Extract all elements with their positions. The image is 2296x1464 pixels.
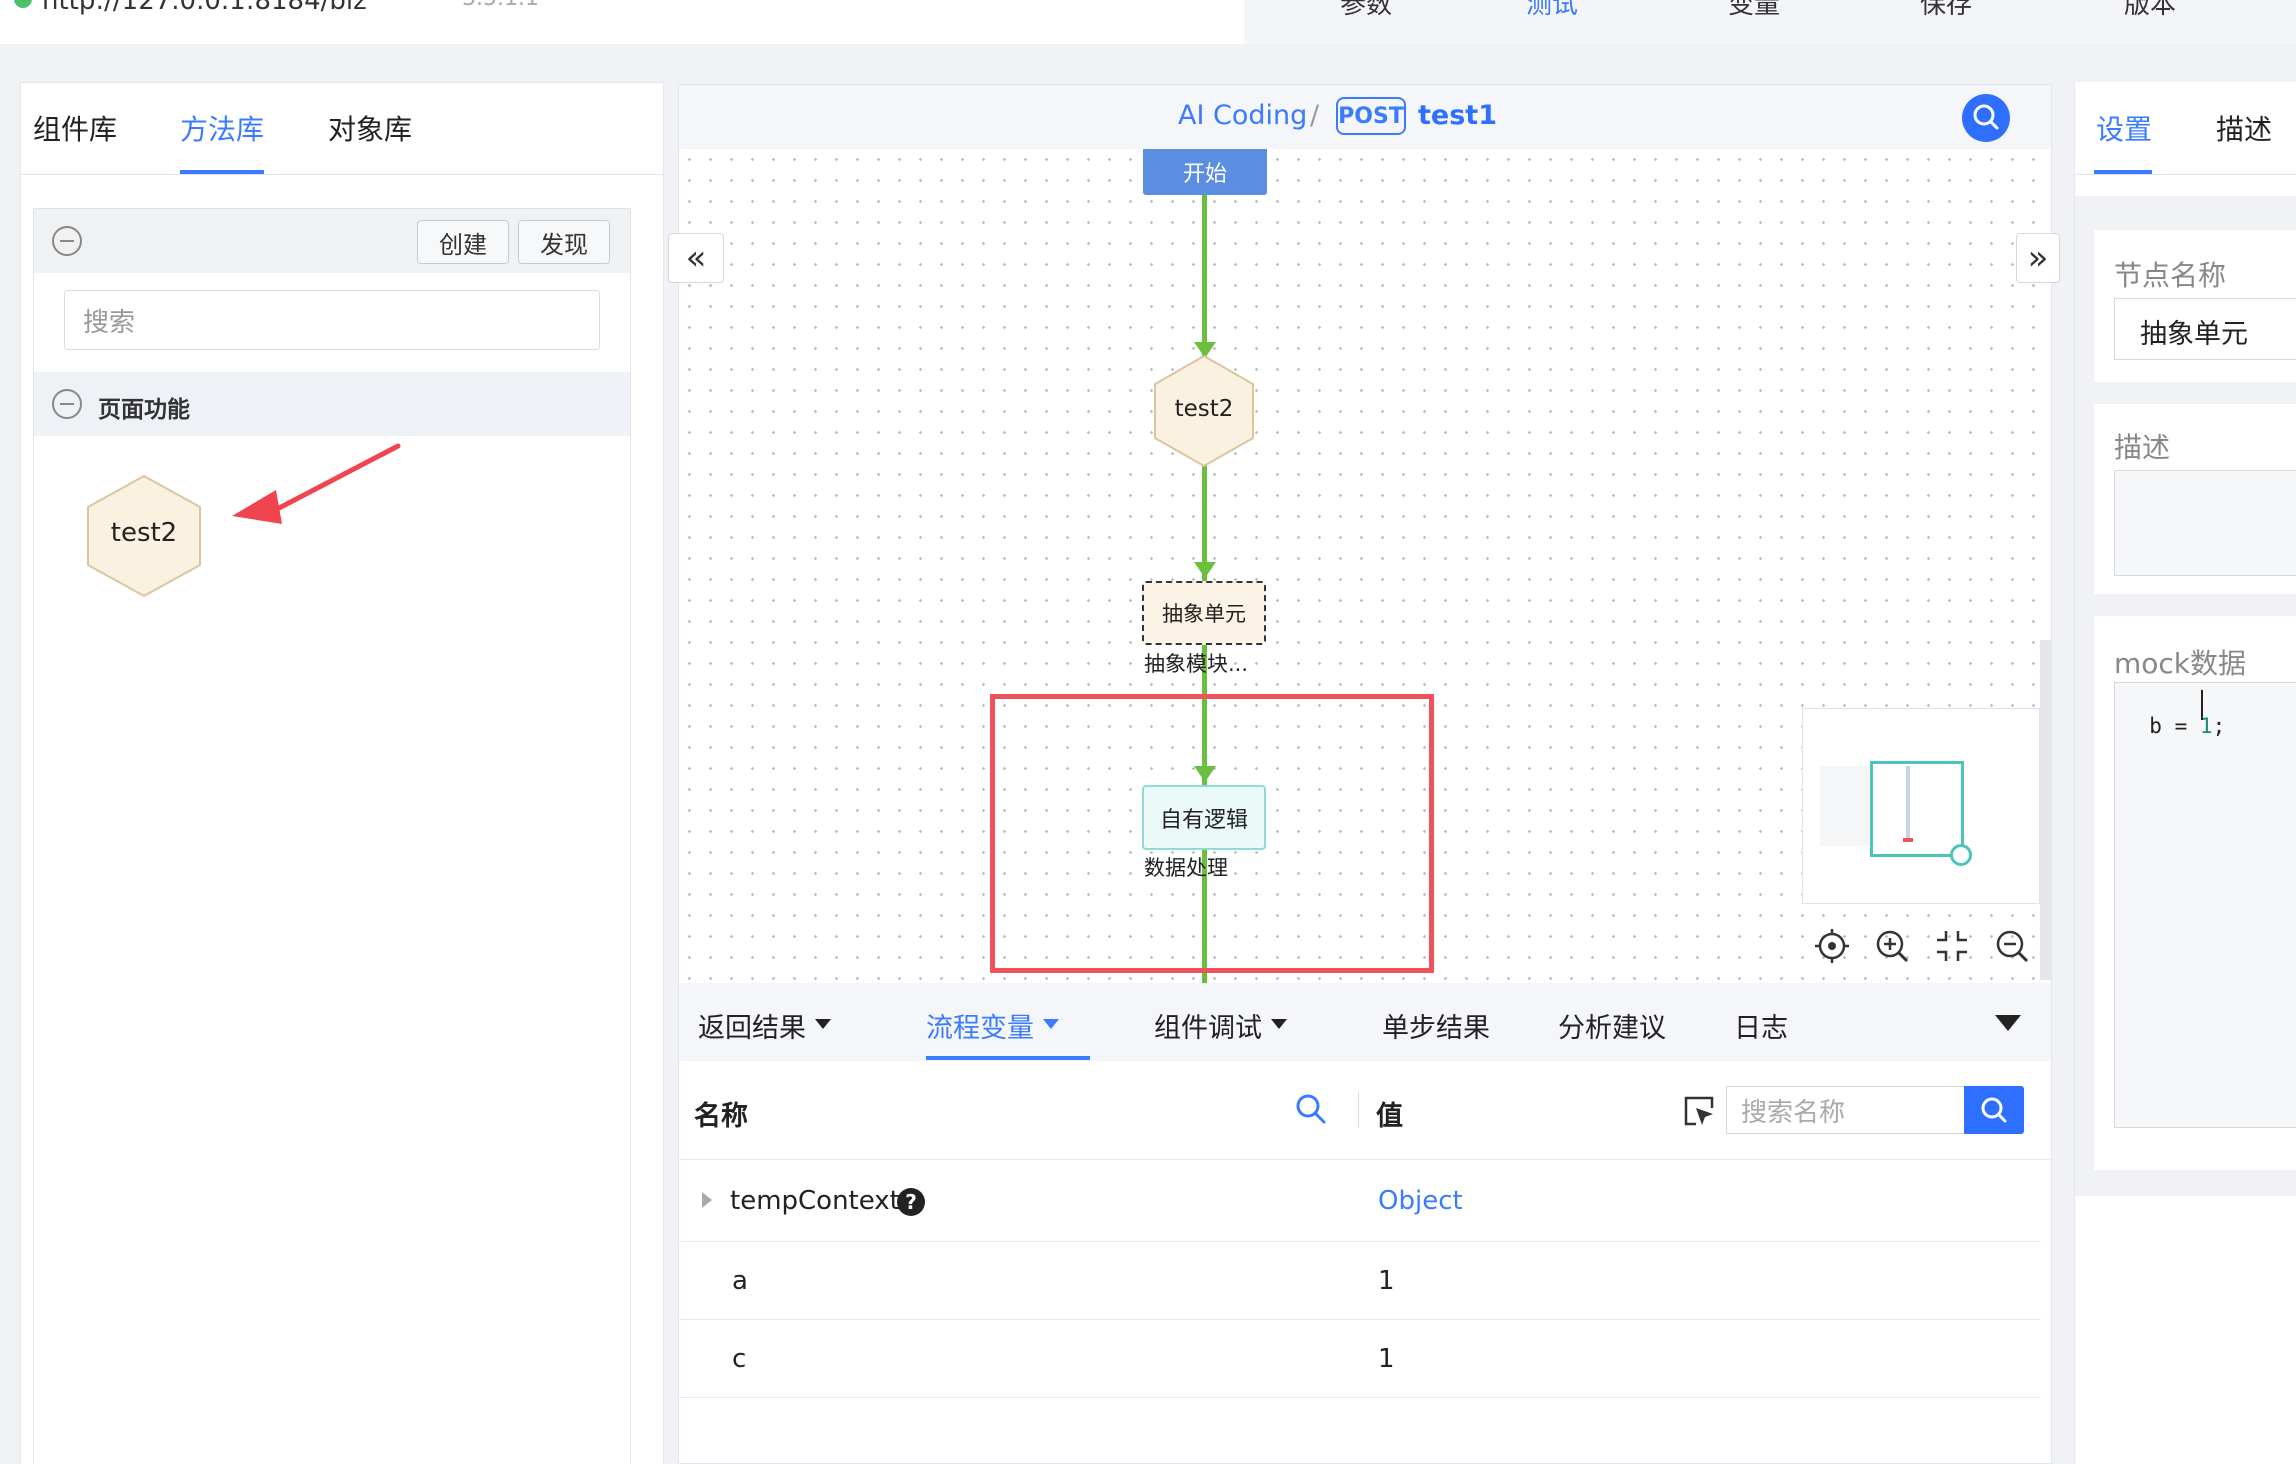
- variable-value: 1: [1378, 1266, 1395, 1296]
- tab-return-result[interactable]: 返回结果: [698, 1006, 806, 1045]
- fit-view-icon[interactable]: [1934, 928, 1970, 964]
- code-end: ;: [2212, 714, 2226, 738]
- search-icon[interactable]: [1294, 1092, 1328, 1126]
- debug-tabs-bar: [679, 983, 2051, 1061]
- help-icon[interactable]: ?: [897, 1188, 925, 1216]
- abstract-node-subtitle: 抽象模块...: [1144, 652, 1249, 676]
- annotation-arrow-icon: [232, 443, 401, 524]
- tabs-divider: [2074, 174, 2296, 175]
- row-divider: [679, 1397, 2041, 1398]
- caret-down-icon: [1271, 1019, 1287, 1029]
- toolbar-tab-version[interactable]: 版本: [2124, 0, 2176, 21]
- tab-flow-variables[interactable]: 流程变量: [926, 1006, 1034, 1045]
- breadcrumb-root[interactable]: AI Coding: [1178, 100, 1307, 131]
- toolbar-tab-params[interactable]: 参数: [1340, 0, 1392, 21]
- breadcrumb-separator: /: [1310, 100, 1320, 131]
- abstract-unit-node[interactable]: 抽象单元: [1142, 581, 1266, 645]
- description-textarea[interactable]: [2114, 470, 2296, 576]
- tab-description[interactable]: 描述: [2216, 108, 2272, 148]
- toolbar-tab-vars[interactable]: 变量: [1728, 0, 1780, 21]
- variable-name: tempContext: [730, 1186, 900, 1216]
- search-icon: [1981, 1097, 2007, 1123]
- description-label: 描述: [2114, 431, 2171, 464]
- version-text: 3.5.1.1: [462, 0, 539, 11]
- toolbar-tab-save[interactable]: 保存: [1920, 0, 1972, 21]
- canvas-scrollbar[interactable]: [2040, 640, 2051, 980]
- collapse-left-button[interactable]: «: [668, 233, 724, 283]
- active-tab-indicator: [926, 1056, 1090, 1060]
- mock-data-editor[interactable]: [2114, 682, 2296, 1128]
- collapse-group-icon[interactable]: [52, 389, 82, 419]
- zoom-in-icon[interactable]: [1874, 928, 1910, 964]
- mock-data-label: mock数据: [2114, 647, 2247, 680]
- variable-name: c: [732, 1344, 747, 1374]
- tab-settings[interactable]: 设置: [2096, 108, 2152, 148]
- node-name-label: 节点名称: [2114, 259, 2227, 292]
- tab-step-result[interactable]: 单步结果: [1382, 1006, 1490, 1045]
- row-divider: [679, 1319, 2041, 1320]
- library-item-test2[interactable]: test2: [84, 474, 204, 598]
- caret-down-icon: [1043, 1019, 1059, 1029]
- column-header-name: 名称: [694, 1101, 748, 1132]
- minimap-viewport[interactable]: [1870, 761, 1964, 857]
- search-icon: [1973, 104, 1999, 130]
- minimap-resize-handle[interactable]: [1950, 844, 1972, 866]
- code-op: =: [2174, 714, 2188, 738]
- node-label: test2: [1174, 396, 1234, 422]
- variable-value: 1: [1378, 1344, 1395, 1374]
- variable-search-input[interactable]: 搜索名称: [1726, 1086, 1964, 1134]
- code-var: b: [2149, 714, 2162, 738]
- tab-component-debug[interactable]: 组件调试: [1154, 1006, 1262, 1045]
- tabs-divider: [20, 174, 664, 175]
- canvas-search-button[interactable]: [1962, 94, 2010, 142]
- variable-name: a: [732, 1266, 748, 1296]
- collapse-right-button[interactable]: »: [2016, 233, 2060, 283]
- http-method-badge: POST: [1336, 97, 1406, 135]
- arrowhead-icon: [1194, 562, 1216, 578]
- minimap-preview: [1820, 766, 1870, 846]
- pick-element-icon[interactable]: [1682, 1094, 1716, 1128]
- discover-button[interactable]: 发现: [518, 220, 610, 264]
- header-divider: [0, 44, 2296, 64]
- double-chevron-left-icon: «: [685, 238, 707, 278]
- tab-log[interactable]: 日志: [1734, 1006, 1788, 1045]
- locate-icon[interactable]: [1814, 928, 1850, 964]
- start-node[interactable]: 开始: [1143, 149, 1267, 195]
- highlight-box: [990, 694, 1434, 973]
- variable-search-button[interactable]: [1964, 1086, 2024, 1134]
- tab-analysis-advice[interactable]: 分析建议: [1558, 1006, 1666, 1045]
- node-name-value: 抽象单元: [2140, 319, 2248, 350]
- library-search-input[interactable]: 搜索: [64, 290, 600, 350]
- column-divider: [1358, 1092, 1359, 1128]
- text-cursor: [2201, 690, 2203, 720]
- mock-code-line: b = 1;: [2124, 690, 2225, 738]
- row-divider: [679, 1241, 2041, 1242]
- column-header-value: 值: [1376, 1101, 1403, 1132]
- tab-object-library[interactable]: 对象库: [328, 108, 412, 148]
- group-title: 页面功能: [98, 397, 190, 423]
- flow-title: test1: [1418, 100, 1497, 131]
- panel-toggle-caret-icon[interactable]: [1994, 1014, 2022, 1032]
- tab-method-library[interactable]: 方法库: [180, 108, 264, 148]
- url-text[interactable]: http://127.0.0.1:8184/biz: [42, 0, 367, 16]
- caret-down-icon: [815, 1019, 831, 1029]
- double-chevron-right-icon: »: [2027, 238, 2049, 278]
- variable-value-link[interactable]: Object: [1378, 1186, 1463, 1216]
- toolbar-tab-test[interactable]: 测试: [1526, 0, 1578, 21]
- library-item-label: test2: [110, 518, 178, 548]
- tab-component-library[interactable]: 组件库: [33, 108, 117, 148]
- collapse-all-icon[interactable]: [52, 226, 82, 256]
- method-node-test2[interactable]: test2: [1152, 354, 1256, 468]
- create-button[interactable]: 创建: [417, 220, 509, 264]
- expand-arrow-icon[interactable]: [700, 1190, 714, 1210]
- zoom-out-icon[interactable]: [1994, 928, 2030, 964]
